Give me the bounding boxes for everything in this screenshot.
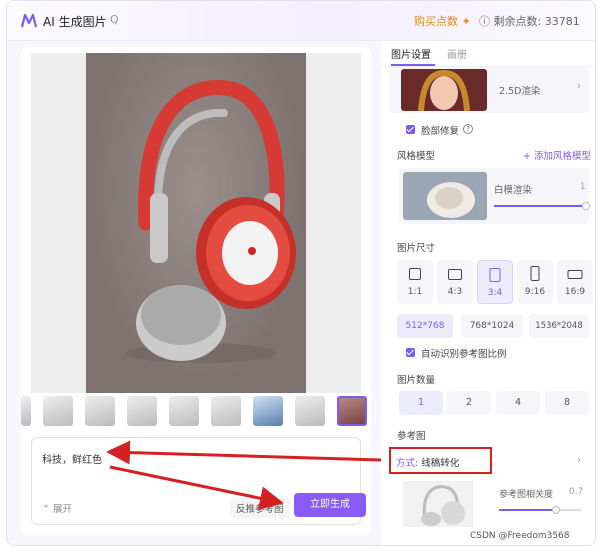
tall-portrait-icon (530, 266, 540, 281)
ratio-option[interactable]: 1:1 (397, 260, 433, 304)
image-viewer (31, 53, 361, 393)
auto-ratio-label: 自动识别参考图比例 (421, 349, 507, 360)
count-option-selected[interactable]: 1 (399, 391, 443, 415)
wide-landscape-icon (567, 270, 583, 279)
canvas-panel: 科技，鲜红色 ⌃ 展开 反推参考图 立即生成 (21, 47, 371, 535)
thumbnail[interactable] (127, 396, 157, 426)
thumbnail[interactable] (169, 396, 199, 426)
size-option[interactable]: 1536*2048 (529, 314, 589, 338)
app-window: AI 生成图片 Q 购买点数 ✦ ⓘ 剩余点数: 33781 科技，鲜红色 ⌃ … (6, 0, 596, 546)
top-bar: AI 生成图片 Q 购买点数 ✦ ⓘ 剩余点数: 33781 (7, 1, 595, 41)
prompt-box[interactable]: 科技，鲜红色 ⌃ 展开 反推参考图 立即生成 (31, 437, 366, 525)
count-option[interactable]: 2 (447, 391, 491, 415)
ratio-option[interactable]: 9:16 (517, 260, 553, 304)
style-model-name: 白模渲染 (494, 185, 533, 196)
reference-image-card[interactable]: 参考图相关度 0.7 (399, 481, 589, 527)
generated-image[interactable] (86, 53, 306, 393)
watermark: CSDN @Freedom3568 (470, 531, 570, 541)
expand-toggle[interactable]: ⌃ 展开 (42, 501, 72, 515)
image-size-title: 图片尺寸 (397, 243, 436, 254)
aspect-ratio-group: 1:1 4:3 3:4 9:16 16:9 (397, 260, 593, 304)
landscape-icon (448, 269, 462, 280)
tab-album[interactable]: 画册 (447, 46, 467, 61)
thumbnail[interactable] (295, 396, 325, 426)
points-remaining: ⓘ 剩余点数: 33781 (479, 15, 580, 28)
ratio-option-selected[interactable]: 3:4 (477, 260, 513, 304)
model-preview-image (401, 69, 487, 111)
style-strength-slider[interactable] (494, 202, 590, 210)
slider-fill (499, 509, 557, 511)
reverse-prompt-button[interactable]: 反推参考图 (230, 498, 290, 518)
thumbnail[interactable] (85, 396, 115, 426)
style-strength-value: 1 (580, 182, 586, 192)
app-logo-icon (21, 14, 37, 28)
image-count-title: 图片数量 (397, 375, 436, 386)
reference-mode-value: 方式: 线稿转化 (396, 458, 460, 469)
slider-fill (494, 205, 586, 207)
style-model-title: 风格模型 (397, 151, 436, 162)
count-option[interactable]: 8 (545, 391, 589, 415)
generate-button[interactable]: 立即生成 (294, 493, 366, 517)
search-icon[interactable]: Q (110, 13, 119, 26)
reference-image-title: 参考图 (397, 431, 426, 442)
help-icon[interactable]: ? (463, 124, 473, 134)
face-fix-label: 脸部修复 (421, 126, 460, 137)
thumbnail-selected[interactable] (337, 396, 367, 426)
thumbnail[interactable] (43, 396, 73, 426)
annotation-highlight-box: 方式: 线稿转化 (389, 447, 492, 474)
reference-image-thumbnail (403, 481, 473, 527)
size-option[interactable]: 768*1024 (461, 314, 523, 338)
base-model-name: 2.5D渲染 (499, 86, 541, 97)
square-icon (409, 268, 421, 280)
settings-panel: 图片设置 画册 2.5D渲染 › 脸部修复 ? 风格模型 + 添加风格模型 白模… (381, 41, 595, 545)
chevron-right-icon: › (577, 81, 581, 92)
portrait-icon (489, 268, 501, 282)
buy-points-link[interactable]: 购买点数 ✦ (414, 13, 471, 29)
reference-relevance-slider[interactable] (499, 506, 581, 514)
base-model-card[interactable]: 2.5D渲染 › (389, 67, 589, 113)
thumbnail[interactable] (211, 396, 241, 426)
prompt-text[interactable]: 科技，鲜红色 (42, 451, 102, 466)
thumbnail-strip (21, 396, 371, 430)
count-option[interactable]: 4 (496, 391, 540, 415)
reference-relevance-value: 0.7 (569, 487, 584, 497)
thumbnail[interactable] (253, 396, 283, 426)
tab-image-settings[interactable]: 图片设置 (391, 46, 431, 61)
chevron-right-icon: › (577, 455, 581, 466)
add-style-model-link[interactable]: + 添加风格模型 (523, 148, 591, 162)
style-model-card[interactable]: 白模渲染 1 (399, 168, 590, 224)
style-preview-image (403, 172, 487, 220)
thumbnail[interactable] (21, 396, 31, 426)
slider-knob[interactable] (552, 506, 561, 514)
reference-relevance-label: 参考图相关度 (499, 490, 554, 500)
size-option-selected[interactable]: 512*768 (397, 314, 453, 338)
headphones-illustration (126, 79, 296, 363)
face-fix-checkbox[interactable] (406, 125, 415, 134)
slider-knob[interactable] (582, 202, 590, 210)
app-title: AI 生成图片 (43, 15, 107, 29)
auto-ratio-checkbox[interactable] (406, 348, 415, 357)
ratio-option[interactable]: 16:9 (557, 260, 593, 304)
ratio-option[interactable]: 4:3 (437, 260, 473, 304)
